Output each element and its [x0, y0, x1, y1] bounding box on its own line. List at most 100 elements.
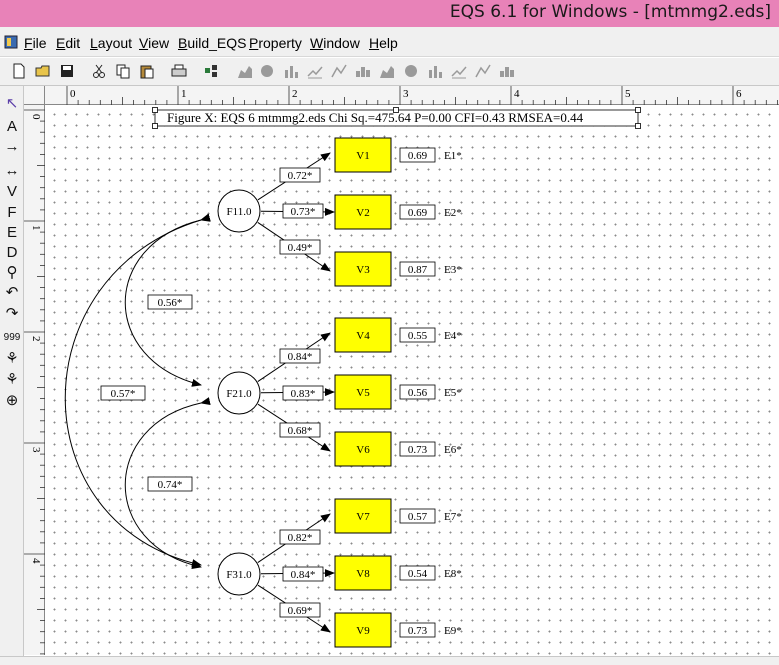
structure-tool-1[interactable]: ⚘ [0, 350, 24, 368]
loading-label-v6[interactable]: 0.68* [279, 422, 321, 438]
diagram-canvas[interactable]: Figure X: EQS 6 mtmmg2.eds Chi Sq.=475.6… [45, 105, 779, 655]
error-value: 0.73 [408, 444, 428, 456]
h-ruler-label: 4 [514, 88, 520, 100]
figure-caption[interactable]: Figure X: EQS 6 mtmmg2.eds Chi Sq.=475.6… [152, 107, 641, 129]
chart-scatter-icon[interactable] [378, 62, 396, 80]
chart-area-icon[interactable] [282, 62, 300, 80]
h-ruler-label: 1 [181, 88, 187, 100]
selection-handle[interactable] [635, 107, 641, 113]
error-value: 0.69 [408, 207, 428, 219]
f-tool[interactable]: F [0, 204, 24, 222]
factor-f3[interactable]: F31.0 [217, 552, 261, 596]
loading-label-v2[interactable]: 0.73* [282, 203, 324, 219]
save-icon[interactable] [58, 62, 76, 80]
variable-v7[interactable]: V7 [334, 498, 392, 534]
structure-tool-2[interactable]: ⚘ [0, 371, 24, 389]
error-v3[interactable]: 0.87 E3* [399, 261, 462, 277]
variable-v2[interactable]: V2 [334, 194, 392, 230]
chart-3d-icon[interactable] [450, 62, 468, 80]
menu-help[interactable]: Help [369, 35, 398, 51]
error-v1[interactable]: 0.69 E1* [399, 147, 462, 163]
loading-label-v8[interactable]: 0.84* [282, 566, 324, 582]
menu-layout[interactable]: Layout [90, 35, 132, 51]
loading-label-v7[interactable]: 0.82* [279, 529, 321, 545]
curve-left-tool[interactable]: ↶ [0, 284, 24, 302]
factor-f1[interactable]: F11.0 [217, 189, 261, 233]
variable-v1[interactable]: V1 [334, 137, 392, 173]
new-file-icon[interactable] [10, 62, 28, 80]
covariance-label[interactable]: 0.74* [147, 476, 193, 492]
error-v2[interactable]: 0.69 E2* [399, 204, 462, 220]
loading-value: 0.82* [288, 532, 313, 544]
error-label: E9* [444, 625, 462, 637]
chart-hist-icon[interactable] [306, 62, 324, 80]
error-value: 0.57 [408, 511, 428, 523]
chart-stack-icon[interactable] [354, 62, 372, 80]
loading-label-v4[interactable]: 0.84* [279, 348, 321, 364]
loading-label-v9[interactable]: 0.69* [279, 602, 321, 618]
cut-icon[interactable] [90, 62, 108, 80]
loading-value: 0.69* [288, 605, 313, 617]
chart-dot-icon[interactable] [330, 62, 348, 80]
e-tool[interactable]: E [0, 224, 24, 242]
error-label: E6* [444, 444, 462, 456]
paste-icon[interactable] [138, 62, 156, 80]
chart-box-icon[interactable] [474, 62, 492, 80]
menu-file[interactable]: File [24, 35, 47, 51]
factor-model-tool[interactable]: ⚲ [0, 264, 24, 282]
covariance-label[interactable]: 0.57* [100, 385, 146, 401]
d-tool[interactable]: D [0, 244, 24, 262]
variable-v9[interactable]: V9 [334, 612, 392, 648]
menu-window[interactable]: Window [310, 35, 360, 51]
variable-v4[interactable]: V4 [334, 317, 392, 353]
selection-handle[interactable] [152, 123, 158, 129]
pointer-tool[interactable]: ↖ [0, 95, 24, 113]
one-way-arrow-tool[interactable]: → [0, 138, 24, 156]
loading-label-v1[interactable]: 0.72* [279, 167, 321, 183]
menu-view[interactable]: View [139, 35, 169, 51]
menu-property[interactable]: Property [249, 35, 302, 51]
chart-bar-icon[interactable] [236, 62, 254, 80]
two-way-arrow-tool[interactable]: ↔ [0, 162, 24, 180]
error-label: E8* [444, 568, 462, 580]
loading-label-v3[interactable]: 0.49* [279, 239, 321, 255]
menu-bar: File Edit Layout View Build_EQS Property Windo… [0, 27, 779, 57]
menu-build-eqs[interactable]: Build_EQS [178, 35, 247, 51]
error-value: 0.73 [408, 625, 428, 637]
error-v6[interactable]: 0.73 E6* [399, 441, 462, 457]
v-tool[interactable]: V [0, 183, 24, 201]
crosshair-tool[interactable]: ⊕ [0, 392, 24, 410]
error-v5[interactable]: 0.56 E5* [399, 384, 462, 400]
factor-label: F31.0 [226, 569, 252, 581]
variable-v8[interactable]: V8 [334, 555, 392, 591]
variable-v6[interactable]: V6 [334, 431, 392, 467]
error-v9[interactable]: 0.73 E9* [399, 622, 462, 638]
loading-label-v5[interactable]: 0.83* [282, 385, 324, 401]
menu-edit[interactable]: Edit [56, 35, 80, 51]
factor-f2[interactable]: F21.0 [217, 371, 261, 415]
print-icon[interactable] [170, 62, 188, 80]
error-value: 0.87 [408, 264, 428, 276]
chart-table-icon[interactable] [498, 62, 516, 80]
error-v4[interactable]: 0.55 E4* [399, 327, 462, 343]
error-value: 0.69 [408, 150, 428, 162]
selection-handle[interactable] [635, 123, 641, 129]
diagram-icon[interactable] [202, 62, 220, 80]
covariance-label[interactable]: 0.56* [147, 294, 193, 310]
error-v8[interactable]: 0.54 E8* [399, 565, 462, 581]
selection-handle[interactable] [152, 107, 158, 113]
chart-line3-icon[interactable] [426, 62, 444, 80]
variable-v5[interactable]: V5 [334, 374, 392, 410]
open-folder-icon[interactable] [34, 62, 52, 80]
variable-v3[interactable]: V3 [334, 251, 392, 287]
error-v7[interactable]: 0.57 E7* [399, 508, 462, 524]
error-label: E2* [444, 207, 462, 219]
curve-right-tool[interactable]: ↷ [0, 305, 24, 323]
chart-line2-icon[interactable] [402, 62, 420, 80]
text-tool[interactable]: A [0, 118, 24, 136]
copy-icon[interactable] [114, 62, 132, 80]
chart-line-icon[interactable] [258, 62, 276, 80]
loading-value: 0.68* [288, 425, 313, 437]
covariance-value: 0.74* [158, 479, 183, 491]
number-tool[interactable]: 999 [0, 329, 24, 347]
